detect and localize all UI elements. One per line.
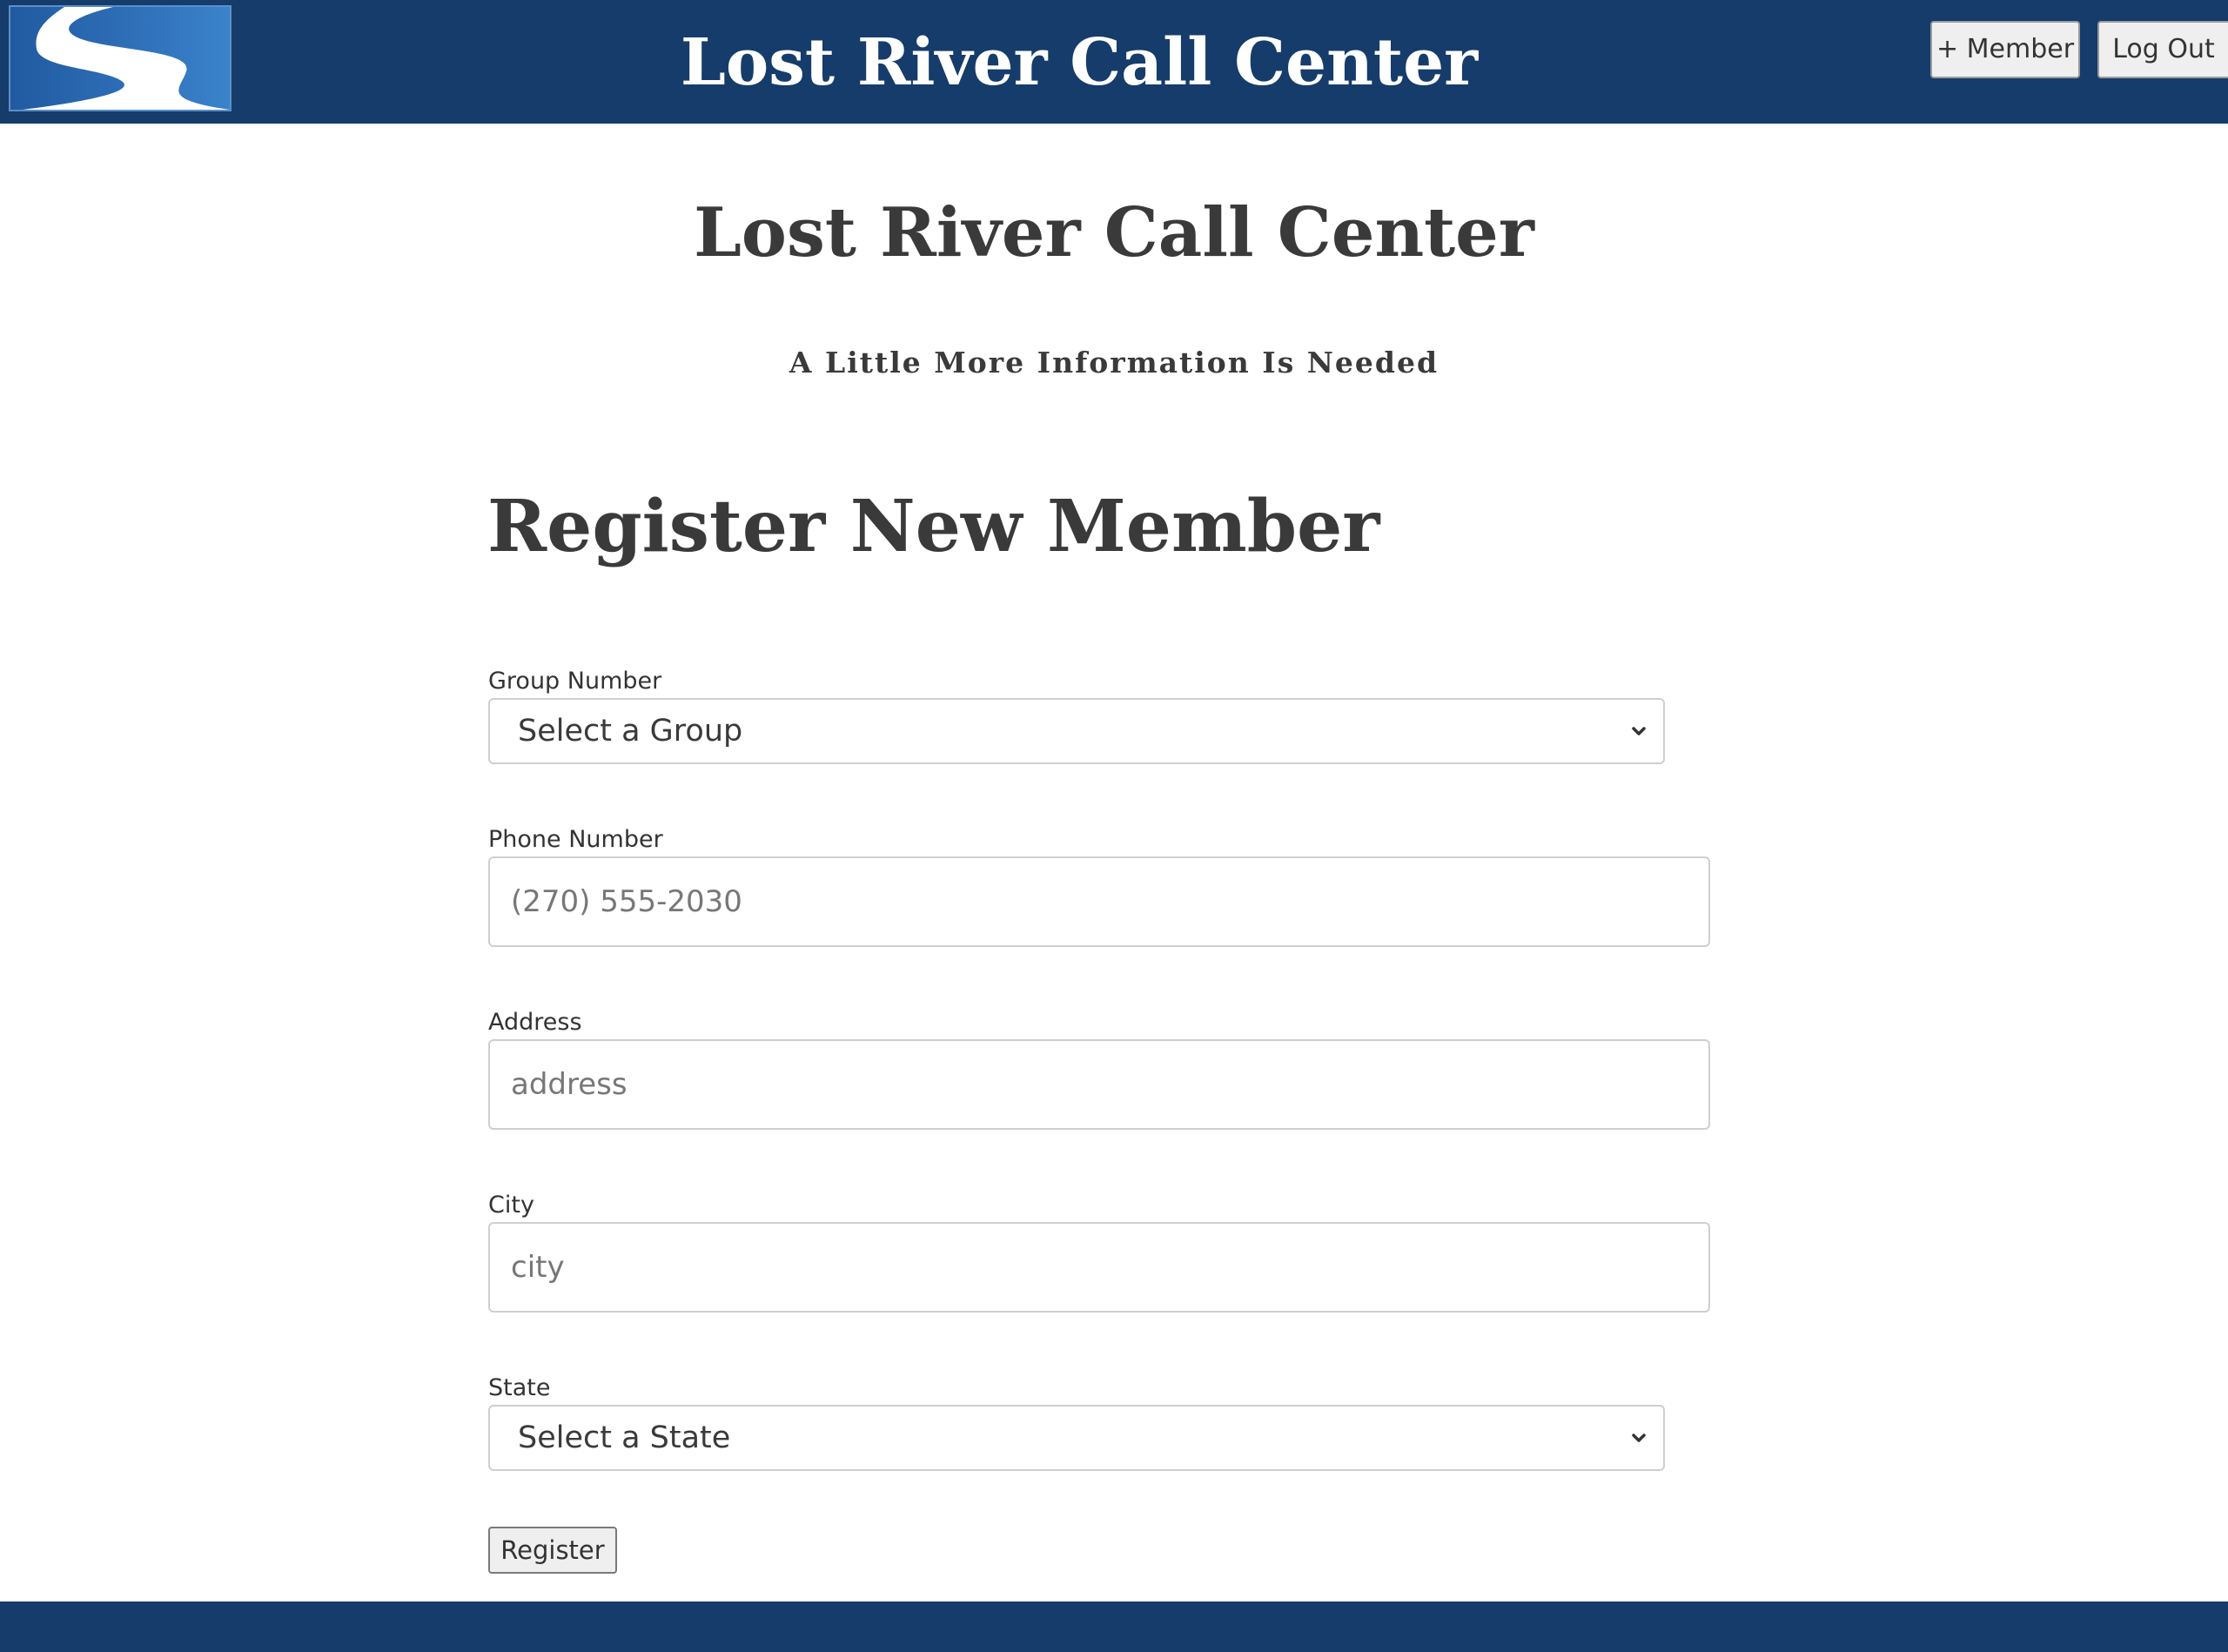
group-number-selected-value: Select a Group (518, 714, 743, 749)
address-input[interactable] (488, 1039, 1710, 1130)
footer-bar (0, 1602, 2228, 1652)
city-input[interactable] (488, 1222, 1710, 1313)
page-subtitle: A Little More Information Is Needed (789, 346, 1439, 379)
state-select[interactable]: Select a State (488, 1405, 1665, 1471)
register-button[interactable]: Register (488, 1527, 617, 1574)
logout-button[interactable]: Log Out (2097, 21, 2228, 78)
address-label: Address (488, 1009, 582, 1036)
chevron-down-icon (1632, 1434, 1646, 1442)
chevron-down-icon (1632, 727, 1646, 735)
state-selected-value: Select a State (518, 1420, 731, 1455)
city-label: City (488, 1192, 534, 1219)
group-number-select[interactable]: Select a Group (488, 698, 1665, 764)
state-label: State (488, 1374, 551, 1401)
phone-number-input[interactable] (488, 856, 1710, 947)
page-title: Lost River Call Center (694, 193, 1534, 272)
phone-number-label: Phone Number (488, 826, 663, 853)
add-member-button[interactable]: + Member (1930, 21, 2080, 78)
group-number-label: Group Number (488, 668, 662, 695)
top-header: Lost River Call Center + Member Log Out (0, 0, 2228, 124)
form-title: Register New Member (487, 485, 1380, 568)
header-title: Lost River Call Center (680, 25, 1479, 100)
